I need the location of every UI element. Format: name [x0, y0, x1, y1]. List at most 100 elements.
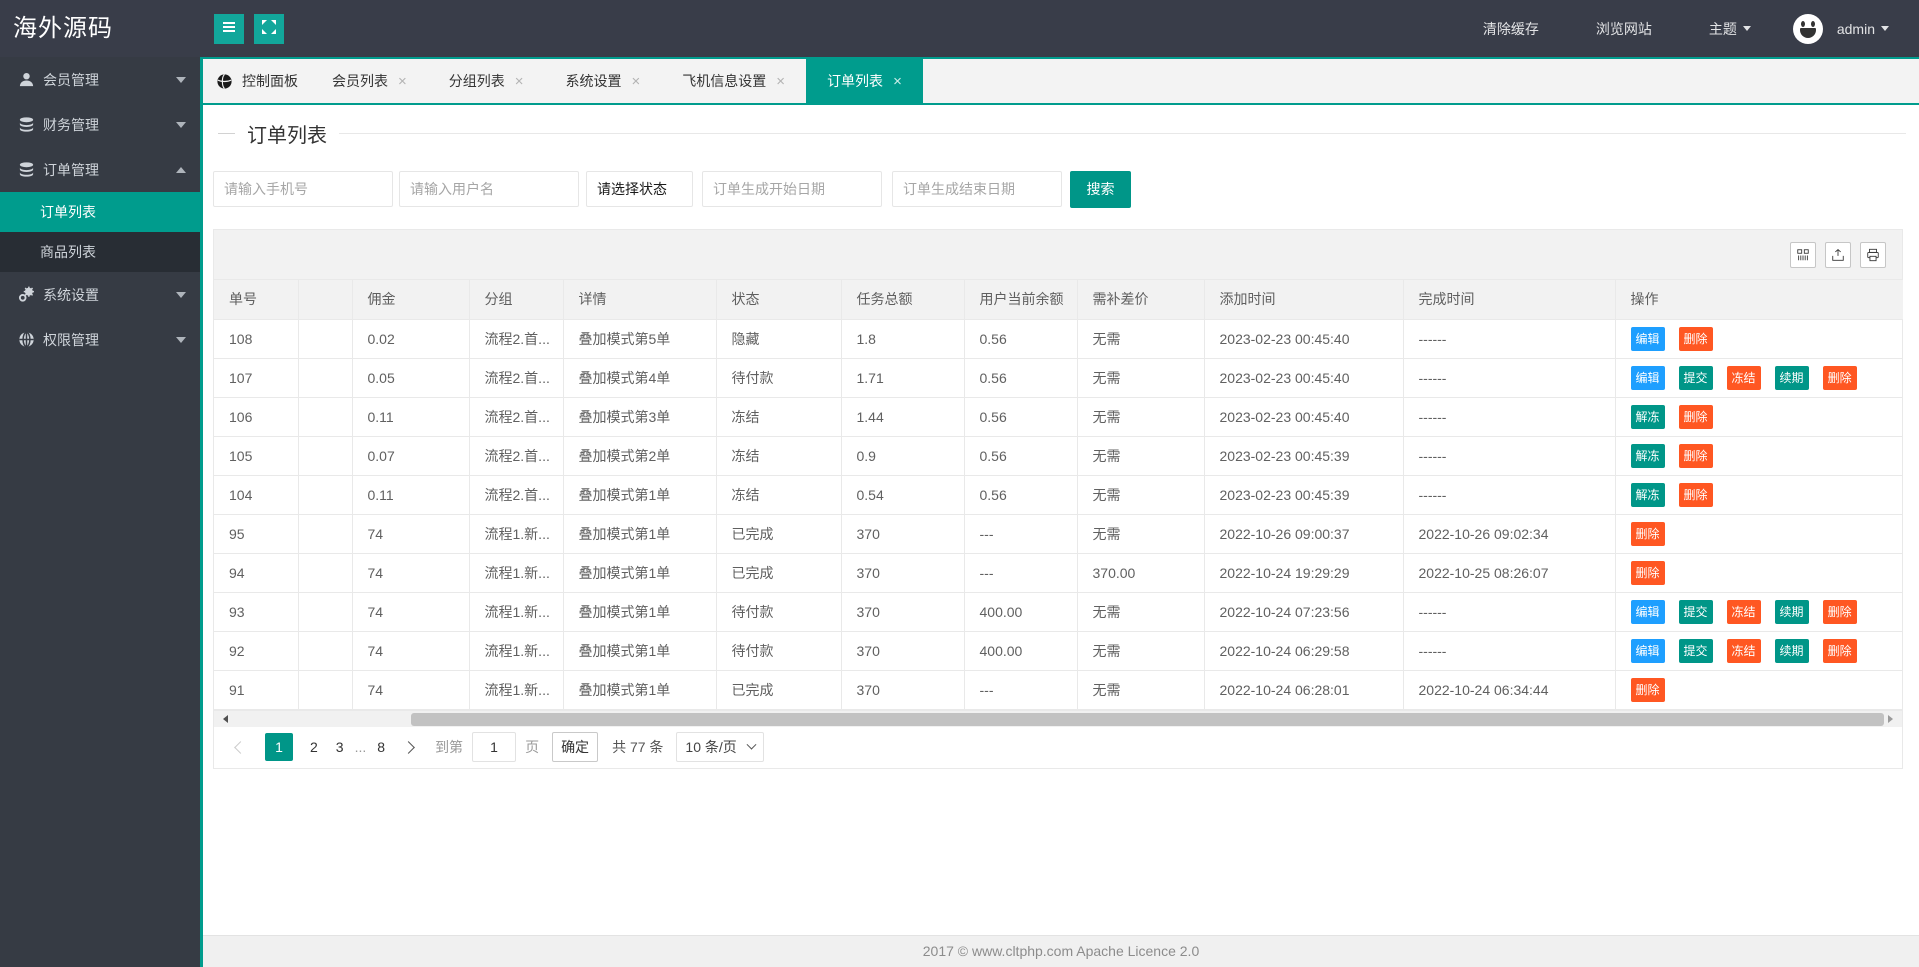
per-page-select[interactable]: 10 条/页	[676, 732, 765, 762]
username-input[interactable]	[399, 171, 579, 207]
cell	[298, 553, 353, 593]
phone-input[interactable]	[213, 171, 393, 207]
next-page-icon[interactable]	[402, 740, 415, 754]
cell: 2023-02-23 00:45:39	[1204, 475, 1404, 515]
sidebar-subitem-1[interactable]: 商品列表	[0, 232, 200, 272]
user-menu[interactable]: admin	[1837, 21, 1889, 37]
sidebar-item-permission[interactable]: 权限管理	[0, 317, 200, 362]
unfreeze-button[interactable]: 解冻	[1630, 443, 1665, 468]
renew-button[interactable]: 续期	[1774, 599, 1809, 624]
scroll-left-arrow-icon[interactable]	[223, 714, 228, 723]
print-button[interactable]	[1860, 241, 1886, 268]
chevron-down-icon	[176, 336, 186, 343]
horizontal-scrollbar[interactable]	[214, 709, 1902, 727]
cell: 0.05	[352, 358, 470, 398]
delete-button[interactable]: 删除	[1822, 365, 1857, 390]
search-button[interactable]: 搜索	[1070, 170, 1131, 208]
delete-button[interactable]: 删除	[1678, 443, 1713, 468]
submit-button[interactable]: 提交	[1678, 638, 1713, 663]
delete-button[interactable]: 删除	[1678, 326, 1713, 351]
unfreeze-button[interactable]: 解冻	[1630, 482, 1665, 507]
cell: 2022-10-26 09:00:37	[1204, 514, 1404, 554]
close-icon[interactable]: ×	[893, 74, 902, 89]
confirm-button[interactable]: 确定	[552, 732, 599, 762]
tab-label: 会员列表	[332, 73, 388, 89]
theme-menu[interactable]: 主题	[1709, 19, 1751, 39]
column-header: 用户当前余额	[964, 280, 1078, 320]
close-icon[interactable]: ×	[632, 74, 641, 89]
end-date-input[interactable]	[892, 171, 1062, 207]
freeze-button[interactable]: 冻结	[1726, 365, 1761, 390]
main-area: 控制面板 会员列表 × 分组列表 × 系统设置 × 飞机信息设置 × 订单列表 × 订单列表 请选择…	[200, 57, 1919, 967]
renew-button[interactable]: 续期	[1774, 365, 1809, 390]
delete-button[interactable]: 删除	[1630, 677, 1665, 702]
browse-site-link[interactable]: 浏览网站	[1596, 19, 1652, 39]
tab-label: 订单列表	[827, 73, 884, 89]
tab-1[interactable]: 会员列表 ×	[311, 59, 428, 103]
tab-5[interactable]: 订单列表 ×	[806, 59, 923, 103]
page-8[interactable]: 8	[377, 739, 385, 755]
cell: 74	[352, 592, 470, 632]
cell: 1.8	[841, 319, 965, 359]
cell	[298, 670, 353, 710]
status-select[interactable]: 请选择状态	[586, 171, 693, 207]
page-2[interactable]: 2	[310, 739, 318, 755]
menu-toggle-button[interactable]	[214, 13, 244, 44]
cell: 无需	[1077, 397, 1205, 437]
scroll-right-arrow-icon[interactable]	[1888, 714, 1893, 723]
cell: 无需	[1077, 475, 1205, 515]
edit-button[interactable]: 编辑	[1630, 365, 1665, 390]
cell: 已完成	[716, 553, 842, 593]
close-icon[interactable]: ×	[776, 74, 785, 89]
delete-button[interactable]: 删除	[1678, 404, 1713, 429]
sidebar-item-finance[interactable]: 财务管理	[0, 102, 200, 147]
finance-icon	[18, 116, 35, 133]
clear-cache-link[interactable]: 清除缓存	[1483, 19, 1539, 39]
delete-button[interactable]: 删除	[1822, 599, 1857, 624]
fullscreen-button[interactable]	[254, 13, 284, 44]
edit-button[interactable]: 编辑	[1630, 599, 1665, 624]
cell: 待付款	[716, 592, 842, 632]
page-3[interactable]: 3	[336, 739, 344, 755]
freeze-button[interactable]: 冻结	[1726, 599, 1761, 624]
sidebar-item-system[interactable]: 系统设置	[0, 272, 200, 317]
sidebar-item-orders[interactable]: 订单管理	[0, 147, 200, 192]
delete-button[interactable]: 删除	[1630, 560, 1665, 585]
prev-page-icon[interactable]	[234, 740, 247, 754]
delete-button[interactable]: 删除	[1678, 482, 1713, 507]
sidebar-item-members[interactable]: 会员管理	[0, 57, 200, 102]
cell: 94	[214, 553, 299, 593]
delete-button[interactable]: 删除	[1822, 638, 1857, 663]
tab-2[interactable]: 分组列表 ×	[428, 59, 545, 103]
submit-button[interactable]: 提交	[1678, 365, 1713, 390]
delete-button[interactable]: 删除	[1630, 521, 1665, 546]
tab-3[interactable]: 系统设置 ×	[545, 59, 662, 103]
edit-button[interactable]: 编辑	[1630, 326, 1665, 351]
close-icon[interactable]: ×	[515, 74, 524, 89]
sidebar-subitem-0[interactable]: 订单列表	[0, 192, 200, 232]
scrollbar-thumb[interactable]	[411, 712, 1884, 726]
freeze-button[interactable]: 冻结	[1726, 638, 1761, 663]
start-date-input[interactable]	[702, 171, 882, 207]
submit-button[interactable]: 提交	[1678, 599, 1713, 624]
export-button[interactable]	[1825, 241, 1851, 268]
cell: 0.02	[352, 319, 470, 359]
tab-4[interactable]: 飞机信息设置 ×	[661, 59, 806, 103]
sidebar-item-label: 会员管理	[43, 71, 99, 88]
unfreeze-button[interactable]: 解冻	[1630, 404, 1665, 429]
table-row: 92 74 流程1.新... 叠加模式第1单 待付款 370 400.00 无需 2022-10…	[214, 631, 1903, 671]
close-icon[interactable]: ×	[398, 74, 407, 89]
page-1-active[interactable]: 1	[265, 733, 293, 761]
edit-button[interactable]: 编辑	[1630, 638, 1665, 663]
columns-button[interactable]	[1790, 241, 1816, 268]
column-header: 详情	[563, 280, 717, 320]
cell: 隐藏	[716, 319, 842, 359]
cell: 叠加模式第4单	[563, 358, 717, 398]
sidebar-item-label: 权限管理	[43, 331, 99, 348]
goto-page-input[interactable]	[472, 732, 517, 762]
columns-icon	[1796, 248, 1810, 262]
renew-button[interactable]: 续期	[1774, 638, 1809, 663]
cell: ------	[1403, 397, 1616, 437]
avatar[interactable]	[1792, 13, 1823, 44]
tab-0[interactable]: 控制面板	[203, 59, 311, 103]
